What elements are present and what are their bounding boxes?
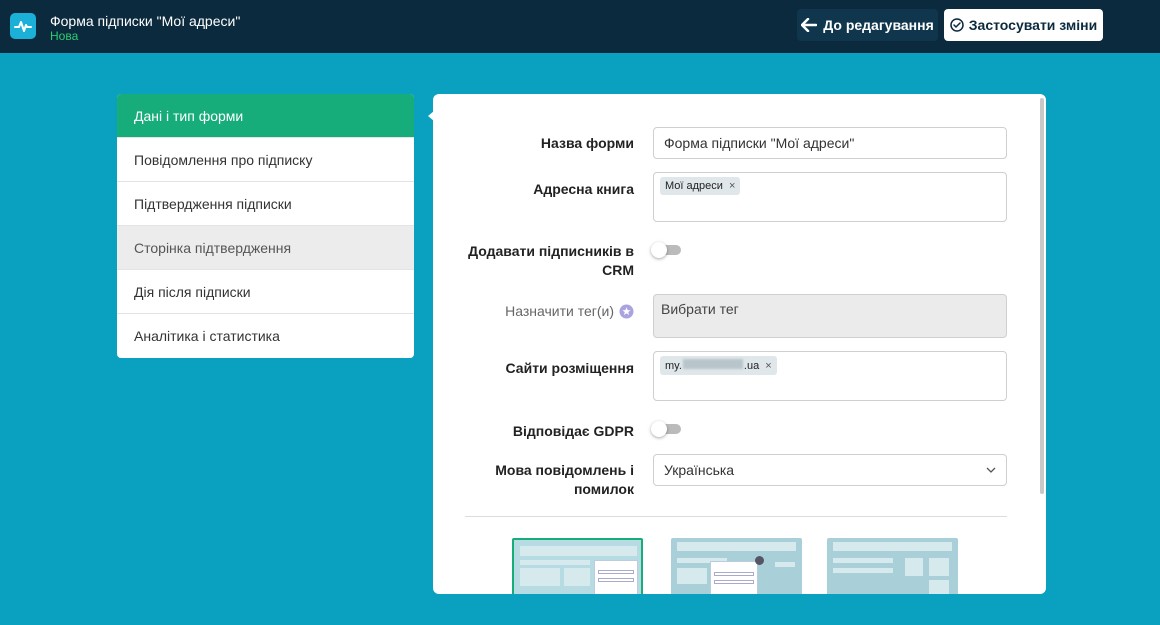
status-label: Нова (50, 29, 79, 43)
site-chip-suffix: .ua (743, 360, 760, 372)
language-select[interactable]: Українська (653, 454, 1007, 486)
menu-item-analytics[interactable]: Аналітика і статистика (117, 314, 414, 358)
tags-label: Назначити тег(и) (505, 303, 614, 319)
sites-input[interactable]: my. .ua × (653, 351, 1007, 401)
tags-label-row: Назначити тег(и) (505, 302, 634, 321)
form-name-input[interactable]: Форма підписки "Мої адреси" (653, 127, 1007, 159)
section-divider (465, 516, 1007, 517)
address-book-input[interactable]: Мої адреси × (653, 172, 1007, 222)
chevron-down-icon (986, 467, 996, 473)
arrow-left-icon (801, 18, 818, 32)
gdpr-label: Відповідає GDPR (512, 423, 634, 439)
toggle-knob (651, 242, 667, 258)
menu-item-subscription-message[interactable]: Повідомлення про підписку (117, 138, 414, 182)
site-chip-label: my. .ua (665, 359, 759, 372)
layout-option-floating[interactable] (827, 538, 958, 594)
address-book-chip-label: Мої адреси (665, 180, 723, 192)
back-to-edit-button[interactable]: До редагування (797, 9, 938, 41)
language-label: Мова повідомлень і помилок (495, 461, 634, 499)
site-chip-prefix: my. (665, 360, 682, 372)
form-settings-panel: Назва форми Форма підписки "Мої адреси" … (433, 94, 1046, 594)
settings-menu: Дані і тип форми Повідомлення про підпис… (117, 94, 414, 358)
layout-option-popup[interactable] (671, 538, 802, 594)
menu-item-confirmation-page[interactable]: Сторінка підтвердження (117, 226, 414, 270)
apply-changes-label: Застосувати зміни (968, 17, 1098, 33)
form-name-label: Назва форми (540, 135, 634, 151)
crm-label-line2: CRM (602, 262, 634, 278)
apply-changes-button[interactable]: Застосувати зміни (944, 9, 1103, 41)
address-book-chip: Мої адреси × (660, 177, 741, 195)
layout-option-embedded[interactable] (512, 538, 643, 594)
menu-item-subscription-confirmation[interactable]: Підтвердження підписки (117, 182, 414, 226)
menu-item-after-subscription[interactable]: Дія після підписки (117, 270, 414, 314)
redacted-domain (682, 359, 743, 369)
back-to-edit-label: До редагування (823, 17, 934, 33)
language-label-line2: помилок (573, 481, 634, 497)
crm-label: Додавати підписників в CRM (468, 242, 634, 280)
language-value: Українська (664, 462, 735, 478)
pulse-logo-icon (10, 13, 36, 39)
tags-select[interactable]: Вибрати тег (653, 294, 1007, 338)
menu-item-form-data[interactable]: Дані і тип форми (117, 94, 414, 138)
panel-scrollbar[interactable] (1040, 98, 1044, 494)
chip-remove-icon[interactable]: × (729, 180, 735, 192)
site-chip: my. .ua × (660, 356, 777, 375)
page-title: Форма підписки "Мої адреси" (50, 13, 241, 29)
check-circle-icon (950, 18, 964, 32)
gdpr-toggle[interactable] (651, 421, 681, 437)
language-label-line1: Мова повідомлень і (495, 462, 634, 478)
chip-remove-icon[interactable]: × (765, 360, 771, 372)
address-book-label: Адресна книга (533, 181, 634, 197)
crm-toggle[interactable] (651, 242, 681, 258)
sites-label: Сайти розміщення (505, 360, 634, 376)
premium-star-icon[interactable] (619, 304, 634, 319)
crm-label-line1: Додавати підписників в (468, 243, 634, 259)
top-bar: Форма підписки "Мої адреси" Нова До реда… (0, 0, 1160, 53)
toggle-knob (651, 421, 667, 437)
